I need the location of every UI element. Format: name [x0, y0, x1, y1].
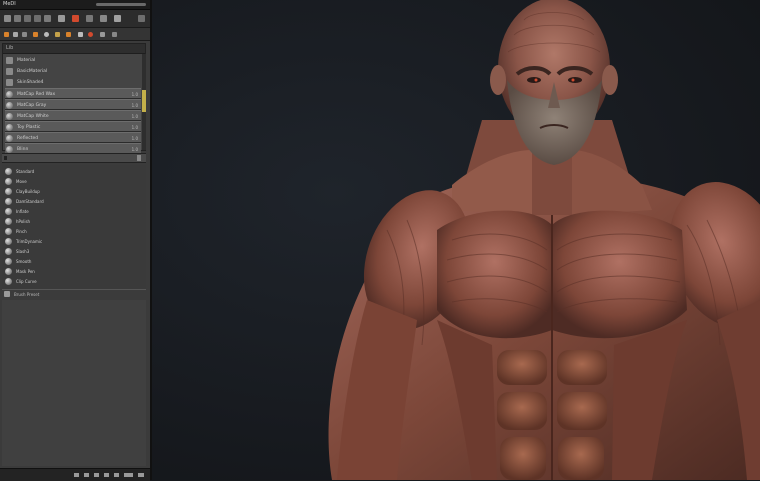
swatch-orange-icon[interactable] — [33, 32, 38, 37]
light-icon[interactable] — [100, 32, 105, 37]
brush-sphere-icon — [5, 208, 12, 215]
camera-icon[interactable] — [112, 32, 117, 37]
window-title: MeDI — [3, 1, 16, 7]
material-thumbnail-icon — [6, 113, 13, 120]
brush-icon[interactable] — [58, 15, 65, 22]
resize-knob[interactable] — [137, 155, 141, 161]
wax-icon[interactable] — [66, 32, 71, 37]
library-scrollbar[interactable] — [142, 54, 146, 150]
library-scroll-thumb[interactable] — [142, 90, 146, 112]
material-thumbnail-icon — [6, 79, 13, 86]
nav-loop-icon[interactable] — [124, 473, 133, 477]
material-icon[interactable] — [114, 15, 121, 22]
brush-sphere-icon — [5, 238, 12, 245]
3d-viewport[interactable] — [152, 0, 760, 480]
draw-icon[interactable] — [4, 15, 11, 22]
brush-list: Standard Move ClayBuildup DamStandard Inflat… — [2, 165, 146, 289]
nav-play-icon[interactable] — [94, 473, 99, 477]
material-label: BasicMaterial — [17, 69, 48, 74]
brush-list-item[interactable]: Clip Curve — [5, 276, 135, 287]
main-toolbar — [0, 10, 150, 28]
sphere-icon[interactable] — [44, 32, 49, 37]
layer-icon[interactable] — [22, 32, 27, 37]
empty-panel-area — [2, 300, 146, 466]
grip-icon[interactable] — [4, 156, 7, 160]
tool-panel: MeDI Lib Material BasicMaterial SkinShad… — [0, 0, 152, 481]
material-thumbnail-icon — [6, 91, 13, 98]
stroke-icon[interactable] — [72, 15, 79, 22]
edit-icon[interactable] — [44, 15, 51, 22]
muscle-figure-render — [328, 0, 760, 480]
settings-icon[interactable] — [138, 15, 145, 22]
panel-bottom-bar — [0, 468, 150, 481]
brush-preset-item[interactable]: Brush Preset — [4, 290, 140, 299]
move-icon[interactable] — [14, 15, 21, 22]
library-header: Lib — [3, 44, 145, 54]
brush-sphere-icon — [5, 178, 12, 185]
material-list-item[interactable]: Material — [5, 55, 141, 66]
material-thumbnail-icon — [6, 135, 13, 142]
rotate-icon[interactable] — [34, 15, 41, 22]
material-thumbnail-icon — [6, 124, 13, 131]
title-slider[interactable] — [96, 3, 146, 6]
brush-sphere-icon — [5, 228, 12, 235]
brush-sphere-icon — [5, 198, 12, 205]
color-swatch-icon[interactable] — [4, 32, 9, 37]
title-bar: MeDI — [0, 0, 150, 10]
brush-sphere-icon — [5, 248, 12, 255]
material-thumbnail-icon — [6, 146, 13, 153]
material-list-item[interactable]: MatCap White 1.0 — [5, 110, 141, 121]
preset-icon — [4, 291, 10, 297]
material-label: Material — [17, 58, 36, 63]
app-window: MeDI Lib Material BasicMaterial SkinShad… — [0, 0, 760, 481]
scale-icon[interactable] — [24, 15, 31, 22]
material-thumbnail-icon — [6, 102, 13, 109]
brush-sphere-icon — [5, 278, 12, 285]
material-list-item[interactable]: MatCap Gray 1.0 — [5, 99, 141, 110]
material-library: Lib Material BasicMaterial SkinShade4 MatCa… — [2, 43, 146, 154]
nav-end-icon[interactable] — [138, 473, 144, 477]
brush-sphere-icon — [5, 168, 12, 175]
nav-next-icon[interactable] — [104, 473, 109, 477]
material-label: SkinShade4 — [17, 80, 44, 85]
brush-sphere-icon — [5, 268, 12, 275]
frame-icon[interactable] — [78, 32, 83, 37]
alpha-icon[interactable] — [86, 15, 93, 22]
brush-sphere-icon — [5, 218, 12, 225]
swatch-gold-icon[interactable] — [55, 32, 60, 37]
material-thumbnail-icon — [6, 57, 13, 64]
material-list-item[interactable]: SkinShade4 — [5, 77, 141, 88]
brush-sphere-icon — [5, 258, 12, 265]
symmetry-icon[interactable] — [13, 32, 18, 37]
texture-icon[interactable] — [100, 15, 107, 22]
nav-first-icon[interactable] — [74, 473, 79, 477]
library-header-label: Lib — [6, 45, 14, 51]
material-thumbnail-icon — [6, 68, 13, 75]
material-list-item[interactable]: BasicMaterial — [5, 66, 141, 77]
secondary-toolbar — [0, 28, 150, 41]
nav-prev-icon[interactable] — [84, 473, 89, 477]
material-list-item[interactable]: Toy Plastic 1.0 — [5, 121, 141, 132]
material-list-item[interactable]: MatCap Red Wax 1.0 — [5, 88, 141, 99]
brush-label: Clip Curve — [16, 279, 37, 284]
record-icon[interactable] — [88, 32, 93, 37]
brush-preset-label: Brush Preset — [14, 292, 40, 297]
material-list-item[interactable]: Reflected 1.0 — [5, 132, 141, 143]
panel-divider[interactable] — [2, 153, 146, 163]
nav-last-icon[interactable] — [114, 473, 119, 477]
brush-sphere-icon — [5, 188, 12, 195]
